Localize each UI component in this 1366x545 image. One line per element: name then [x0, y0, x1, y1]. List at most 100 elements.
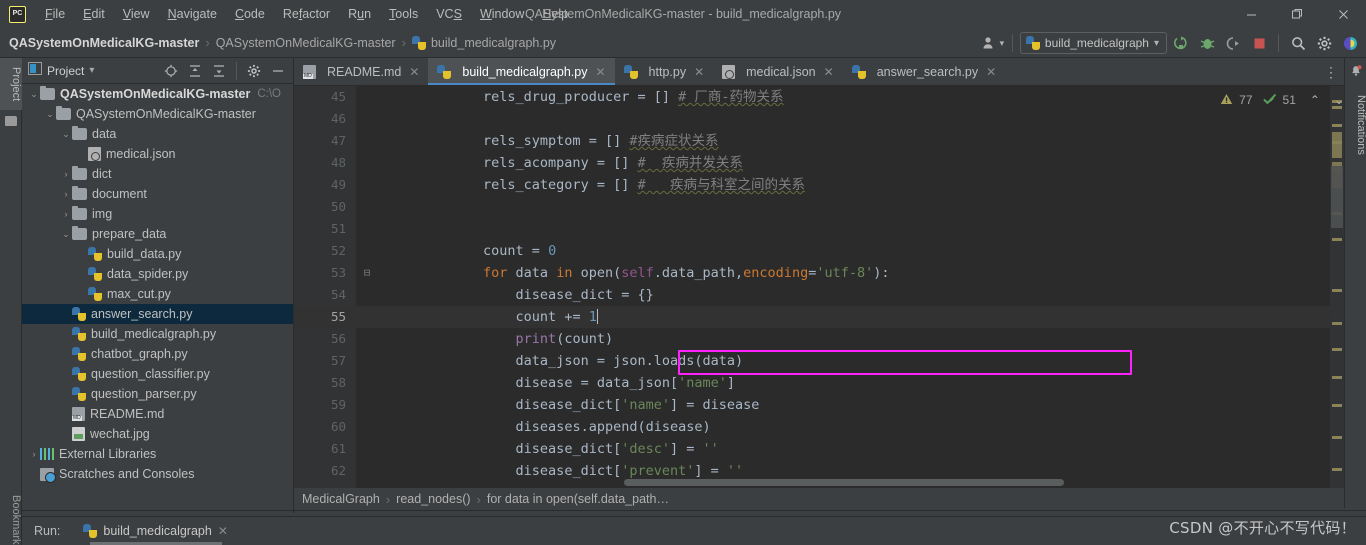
breadcrumb-statement[interactable]: for data in open(self.data_path… — [487, 492, 669, 506]
code-content[interactable]: 45 rels_drug_producer = [] # 厂商-药物关系 46 47… — [294, 86, 1344, 488]
chevron-down-icon[interactable]: ▾ — [89, 65, 94, 76]
menu-run[interactable]: Run — [339, 4, 380, 24]
inspection-marker[interactable] — [1332, 124, 1342, 127]
inspection-marker[interactable] — [1332, 348, 1342, 351]
tree-item-dict[interactable]: › dict — [22, 164, 294, 184]
inspection-marker-block[interactable] — [1332, 132, 1342, 158]
code-line-48[interactable]: 48 rels_acompany = [] # 疾病并发关系 — [294, 152, 1344, 174]
collapse-all-icon[interactable] — [207, 59, 231, 83]
code-line-61[interactable]: 61 disease_dict['desc'] = '' — [294, 438, 1344, 460]
close-icon[interactable]: ✕ — [694, 65, 704, 79]
run-tab[interactable]: build_medicalgraph ✕ — [83, 524, 228, 538]
tool-tab-bookmarks[interactable]: Bookmarks — [0, 490, 22, 545]
code-line-55[interactable]: 55 count += 1 — [294, 306, 1344, 328]
menu-tools[interactable]: Tools — [380, 4, 427, 24]
run-configuration-selector[interactable]: build_medicalgraph ▾ — [1019, 32, 1167, 54]
code-line-57[interactable]: 57 data_json = json.loads(data) — [294, 350, 1344, 372]
gear-icon[interactable] — [242, 59, 266, 83]
search-icon[interactable] — [1286, 31, 1310, 55]
tree-item-max-cut-py[interactable]: max_cut.py — [22, 284, 294, 304]
editor-marker-bar[interactable] — [1330, 86, 1344, 488]
menu-window[interactable]: Window — [471, 4, 533, 24]
tool-tab-project[interactable]: Project — [0, 58, 22, 110]
close-icon[interactable]: ✕ — [409, 65, 419, 79]
stop-icon[interactable] — [1247, 31, 1271, 55]
close-icon[interactable]: ✕ — [595, 65, 605, 79]
inspection-marker[interactable] — [1332, 322, 1342, 325]
code-line-56[interactable]: 56 print(count) — [294, 328, 1344, 350]
close-button[interactable] — [1320, 0, 1366, 28]
close-icon[interactable]: ✕ — [218, 524, 228, 538]
tree-toggle-arrow-icon[interactable]: ⌄ — [60, 129, 72, 140]
breadcrumb-file[interactable]: build_medicalgraph.py — [431, 36, 556, 50]
project-tree[interactable]: ⌄ QASystemOnMedicalKG-master C:\O ⌄ QASystem… — [22, 84, 294, 486]
tree-item-readme-md[interactable]: README.md — [22, 404, 294, 424]
tree-toggle-arrow-icon[interactable]: › — [28, 449, 40, 459]
inspection-marker[interactable] — [1332, 436, 1342, 439]
tree-item-build-data-py[interactable]: build_data.py — [22, 244, 294, 264]
next-problem-arrow[interactable]: ⌄ — [1334, 93, 1344, 107]
inspection-marker[interactable] — [1332, 376, 1342, 379]
tree-toggle-arrow-icon[interactable]: ⌄ — [60, 229, 72, 240]
tree-item-external-libraries[interactable]: › External Libraries — [22, 444, 294, 464]
code-fold-icon[interactable]: ⊟ — [362, 262, 372, 284]
tree-toggle-arrow-icon[interactable]: ⌄ — [44, 109, 56, 120]
tree-item-prepare-data[interactable]: ⌄ prepare_data — [22, 224, 294, 244]
tree-toggle-arrow-icon[interactable]: ⌄ — [28, 89, 40, 100]
coverage-icon[interactable] — [1221, 31, 1245, 55]
code-line-47[interactable]: 47 rels_symptom = [] #疾病症状关系 — [294, 130, 1344, 152]
hide-panel-icon[interactable] — [266, 59, 290, 83]
menu-navigate[interactable]: Navigate — [159, 4, 226, 24]
menu-refactor[interactable]: Refactor — [274, 4, 339, 24]
inspection-marker[interactable] — [1332, 468, 1342, 471]
tool-tab-notifications[interactable]: Notifications — [1345, 80, 1366, 170]
run-icon[interactable] — [1169, 31, 1193, 55]
tree-item-medical-json[interactable]: medical.json — [22, 144, 294, 164]
code-line-45[interactable]: 45 rels_drug_producer = [] # 厂商-药物关系 — [294, 86, 1344, 108]
gear-icon[interactable] — [1312, 31, 1336, 55]
locate-icon[interactable] — [159, 59, 183, 83]
menu-edit[interactable]: Edit — [74, 4, 114, 24]
editor-tab-http-py[interactable]: http.py ✕ — [615, 58, 714, 85]
tree-item-answer-search-py[interactable]: answer_search.py — [22, 304, 294, 324]
code-line-46[interactable]: 46 — [294, 108, 1344, 130]
editor-tab-readme-md[interactable]: README.md ✕ — [294, 58, 428, 85]
prev-problem-arrow[interactable]: ⌃ — [1310, 93, 1320, 107]
tree-item-question-classifier-py[interactable]: question_classifier.py — [22, 364, 294, 384]
tree-item-data-spider-py[interactable]: data_spider.py — [22, 264, 294, 284]
close-icon[interactable]: ✕ — [824, 65, 834, 79]
tree-item-build-medicalgraph-py[interactable]: build_medicalgraph.py — [22, 324, 294, 344]
tree-item-img[interactable]: › img — [22, 204, 294, 224]
close-icon[interactable]: ✕ — [986, 65, 996, 79]
menu-view[interactable]: View — [114, 4, 159, 24]
breadcrumb-class[interactable]: MedicalGraph — [302, 492, 380, 506]
expand-all-icon[interactable] — [183, 59, 207, 83]
code-line-52[interactable]: 52 count = 0 — [294, 240, 1344, 262]
debug-icon[interactable] — [1195, 31, 1219, 55]
breadcrumb-method[interactable]: read_nodes() — [396, 492, 470, 506]
bottom-splitter[interactable] — [22, 510, 1366, 511]
editor-horizontal-scrollbar[interactable] — [624, 479, 1064, 486]
breadcrumb-project[interactable]: QASystemOnMedicalKG-master — [9, 36, 199, 50]
tree-item-wechat-jpg[interactable]: wechat.jpg — [22, 424, 294, 444]
menu-vcs[interactable]: VCS — [427, 4, 471, 24]
tree-item-qasystemonmedicalkg-master[interactable]: ⌄ QASystemOnMedicalKG-master C:\O — [22, 84, 294, 104]
maximize-button[interactable] — [1274, 0, 1320, 28]
code-line-58[interactable]: 58 disease = data_json['name'] — [294, 372, 1344, 394]
editor-tab-medical-json[interactable]: medical.json ✕ — [713, 58, 843, 85]
editor-tabs-overflow[interactable]: ⋮ — [1324, 58, 1344, 85]
tree-item-document[interactable]: › document — [22, 184, 294, 204]
user-icon[interactable]: ▾ — [981, 31, 1005, 55]
menu-file[interactable]: File — [36, 4, 74, 24]
breadcrumb-module[interactable]: QASystemOnMedicalKG-master — [216, 36, 396, 50]
menu-code[interactable]: Code — [226, 4, 274, 24]
code-line-59[interactable]: 59 disease_dict['name'] = disease — [294, 394, 1344, 416]
tree-toggle-arrow-icon[interactable]: › — [60, 169, 72, 179]
tree-item-chatbot-graph-py[interactable]: chatbot_graph.py — [22, 344, 294, 364]
inspection-marker[interactable] — [1332, 238, 1342, 241]
tree-toggle-arrow-icon[interactable]: › — [60, 189, 72, 199]
menu-help[interactable]: Help — [533, 4, 577, 24]
tree-item-data[interactable]: ⌄ data — [22, 124, 294, 144]
code-line-60[interactable]: 60 diseases.append(disease) — [294, 416, 1344, 438]
tree-item-scratches-and-consoles[interactable]: Scratches and Consoles — [22, 464, 294, 484]
